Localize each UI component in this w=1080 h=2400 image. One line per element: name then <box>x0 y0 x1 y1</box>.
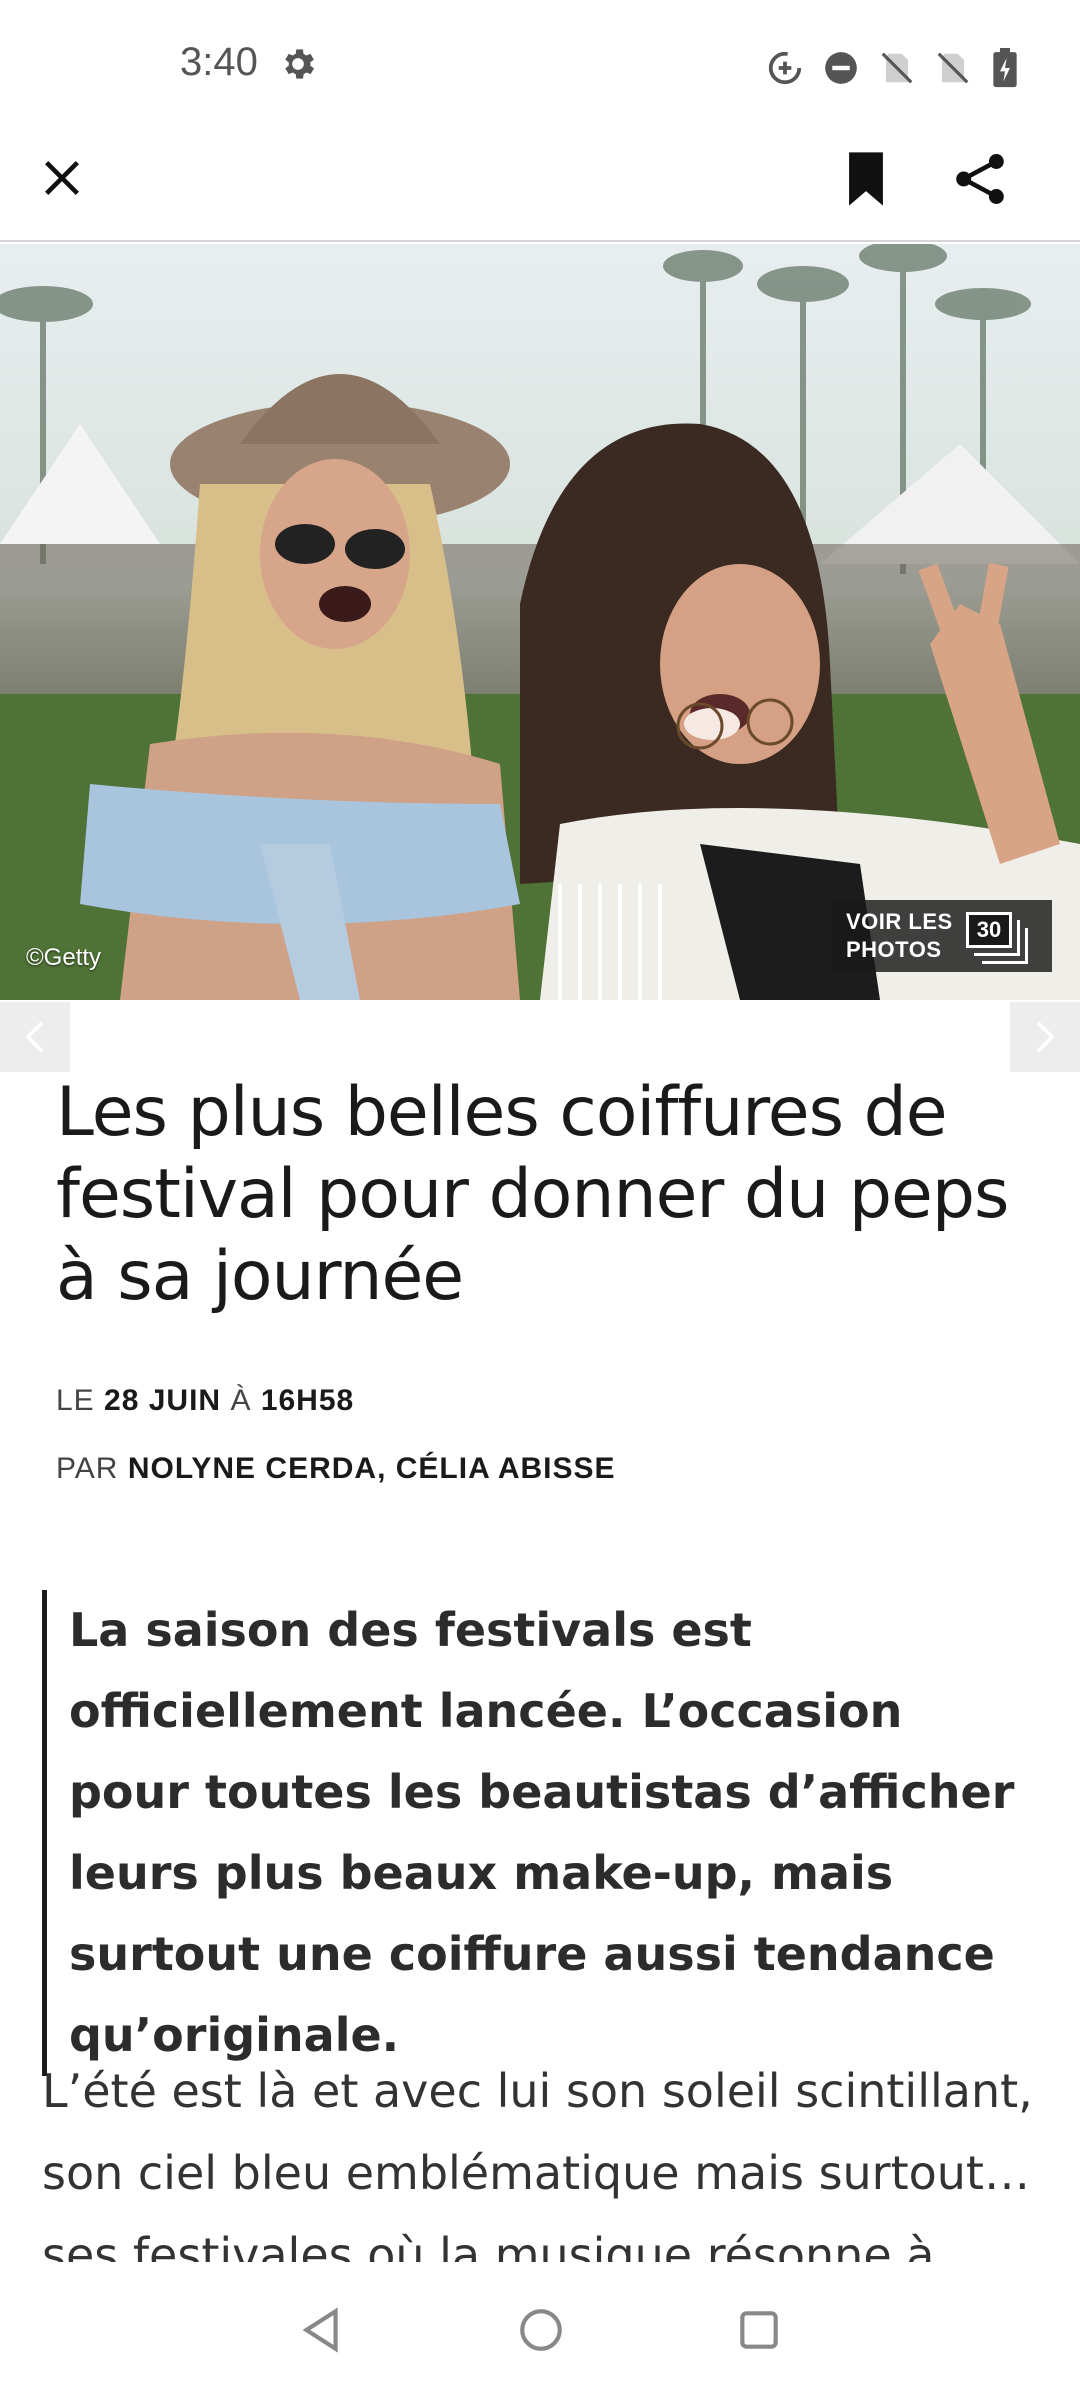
hero-image[interactable]: ©Getty VOIR LES PHOTOS 30 <box>0 244 1080 1000</box>
author-names[interactable]: NOLYNE CERDA, CÉLIA ABISSE <box>128 1452 616 1485</box>
status-bar: 3:40 <box>0 0 1080 130</box>
article-body: L’été est là et avec lui son soleil scin… <box>42 2050 1038 2262</box>
nav-recents-button[interactable] <box>734 2302 784 2358</box>
chevron-left-icon <box>25 1021 44 1053</box>
nav-back-button[interactable] <box>296 2302 346 2358</box>
carousel-prev-button[interactable] <box>0 1002 70 1072</box>
status-icons <box>766 48 1020 88</box>
date-value: 28 JUIN <box>104 1384 222 1417</box>
gear-icon <box>285 49 314 79</box>
chevron-right-icon <box>1036 1021 1055 1053</box>
battery-charging-icon <box>993 48 1017 88</box>
article-lead: La saison des festivals est officielleme… <box>42 1590 1022 2076</box>
status-time: 3:40 <box>180 40 258 84</box>
time-value: 16H58 <box>260 1384 355 1417</box>
close-button[interactable] <box>32 148 92 208</box>
bookmark-icon <box>849 152 883 206</box>
photo-credit: ©Getty <box>26 944 102 971</box>
close-icon <box>45 161 79 195</box>
no-sim-icon <box>937 52 969 84</box>
gallery-button[interactable]: VOIR LES PHOTOS 30 <box>832 900 1052 972</box>
article-date: LE 28 JUIN À 16H58 <box>56 1384 354 1418</box>
time-prefix: À <box>230 1384 252 1417</box>
share-button[interactable] <box>948 144 1012 214</box>
gallery-label: VOIR LES PHOTOS <box>846 909 953 962</box>
carousel-next-button[interactable] <box>1010 1002 1080 1072</box>
gallery-count: 30 <box>966 912 1012 948</box>
dnd-icon <box>825 52 857 84</box>
share-icon <box>956 154 1004 204</box>
author-prefix: PAR <box>56 1452 119 1485</box>
system-nav-bar <box>0 2262 1080 2400</box>
hero-photo <box>0 244 1080 1000</box>
gallery-stack-icon: 30 <box>962 908 1034 964</box>
article-body-paragraph: L’été est là et avec lui son soleil scin… <box>42 2064 1033 2262</box>
no-sim-icon <box>881 52 913 84</box>
article-byline: PAR NOLYNE CERDA, CÉLIA ABISSE <box>56 1452 616 1486</box>
article-title: Les plus belles coiffures de festival po… <box>56 1073 1009 1316</box>
bookmark-button[interactable] <box>836 144 896 214</box>
nav-home-button[interactable] <box>516 2302 566 2358</box>
data-saver-icon <box>768 51 802 85</box>
date-prefix: LE <box>56 1384 95 1417</box>
app-bar <box>0 130 1080 242</box>
